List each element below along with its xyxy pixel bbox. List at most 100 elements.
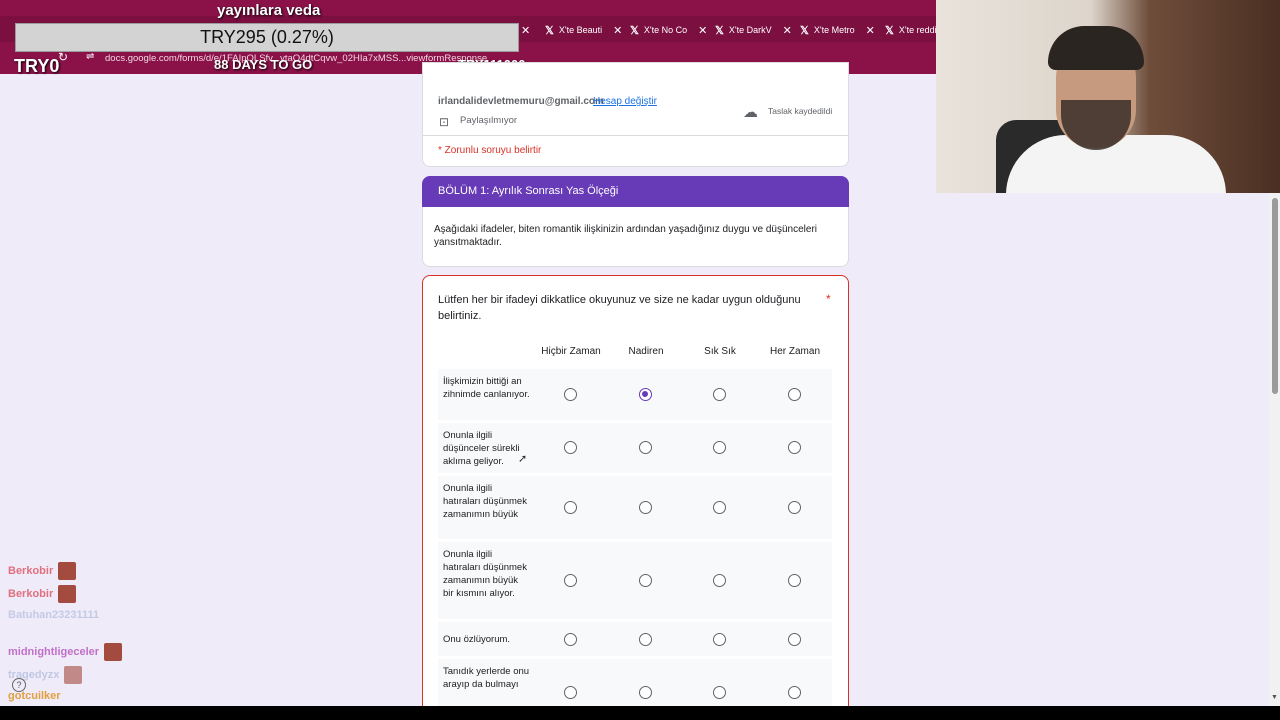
ticker-text: TRY295 (0.27%) bbox=[200, 27, 334, 47]
share-status: Paylaşılmıyor bbox=[460, 115, 518, 126]
radio-option[interactable] bbox=[639, 633, 652, 646]
column-header: Hiçbir Zaman bbox=[541, 346, 601, 357]
radio-option[interactable] bbox=[713, 633, 726, 646]
x-logo-icon: 𝕏 bbox=[715, 24, 724, 37]
not-shared-icon: ⊡ bbox=[439, 115, 450, 129]
grid-row: Onunla ilgili hatıraları düşünmek zamanı… bbox=[438, 542, 832, 619]
close-icon[interactable]: ✕ bbox=[521, 24, 530, 37]
chat-message: Batuhan23231111 bbox=[8, 609, 99, 621]
section-description-card: Aşağıdaki ifadeler, biten romantik ilişk… bbox=[422, 207, 849, 267]
grid-row: Onu özlüyorum. bbox=[438, 622, 832, 656]
x-logo-icon: 𝕏 bbox=[800, 24, 809, 37]
emote-icon bbox=[58, 585, 77, 603]
row-label: Tanıdık yerlerde onu arayıp da bulmayı bbox=[443, 666, 530, 690]
emote-icon bbox=[58, 562, 77, 580]
radio-option[interactable] bbox=[639, 686, 652, 699]
browser-tab[interactable]: 𝕏 X'te No Co ✕ bbox=[630, 20, 707, 40]
webcam-feed bbox=[936, 0, 1280, 193]
radio-option[interactable] bbox=[564, 501, 577, 514]
browser-tab[interactable]: 𝕏 X'te Beauti ✕ bbox=[545, 20, 622, 40]
chat-username: Batuhan23231111 bbox=[8, 609, 100, 621]
question-title: Lütfen her bir ifadeyi dikkatlice okuyun… bbox=[438, 294, 801, 322]
radio-option[interactable] bbox=[788, 501, 801, 514]
radio-option[interactable] bbox=[639, 501, 652, 514]
radio-option[interactable] bbox=[713, 441, 726, 454]
browser-tab[interactable]: 𝕏 X'te DarkV ✕ bbox=[715, 20, 792, 40]
emote-icon bbox=[64, 666, 83, 684]
close-icon[interactable]: ✕ bbox=[613, 24, 622, 37]
scroll-down-icon[interactable]: ▼ bbox=[1271, 694, 1278, 701]
chat-message: Berkobir bbox=[8, 562, 77, 580]
browser-tab[interactable]: 𝕏 X'te Metro ✕ bbox=[800, 20, 875, 40]
grid-row: Onunla ilgili hatıraları düşünmek zamanı… bbox=[438, 476, 832, 539]
x-logo-icon: 𝕏 bbox=[885, 24, 894, 37]
reload-icon[interactable]: ↻ bbox=[58, 50, 68, 64]
radio-option[interactable] bbox=[564, 686, 577, 699]
section-header: BÖLÜM 1: Ayrılık Sonrası Yas Ölçeği bbox=[422, 176, 849, 207]
balance-label: TRY0 bbox=[14, 56, 60, 76]
stream-title: yayınlara veda bbox=[217, 2, 321, 19]
radio-option[interactable] bbox=[713, 388, 726, 401]
radio-option[interactable] bbox=[639, 388, 652, 401]
close-icon[interactable]: ✕ bbox=[698, 24, 707, 37]
mouse-cursor-icon: ➚ bbox=[518, 453, 528, 465]
radio-option[interactable] bbox=[564, 574, 577, 587]
switch-account-link[interactable]: Hesap değiştir bbox=[593, 96, 657, 107]
radio-option[interactable] bbox=[788, 441, 801, 454]
column-header: Sık Sık bbox=[704, 346, 736, 357]
row-label: Onunla ilgili hatıraları düşünmek zamanı… bbox=[443, 483, 527, 520]
close-icon[interactable]: ✕ bbox=[783, 24, 792, 37]
row-label: Onunla ilgili hatıraları düşünmek zamanı… bbox=[443, 549, 527, 599]
tab-label: X'te Metro bbox=[813, 25, 855, 35]
column-header: Nadiren bbox=[628, 346, 664, 357]
help-icon[interactable]: ? bbox=[12, 678, 26, 692]
grid-row: Onunla ilgili düşünceler sürekli aklıma … bbox=[438, 423, 832, 473]
person-hair bbox=[1048, 26, 1144, 70]
account-card: irlandalidevletmemuru@gmail.com Hesap de… bbox=[422, 62, 849, 167]
x-logo-icon: 𝕏 bbox=[630, 24, 639, 37]
radio-option[interactable] bbox=[788, 633, 801, 646]
radio-option[interactable] bbox=[639, 441, 652, 454]
radio-option[interactable] bbox=[639, 574, 652, 587]
section-description: Aşağıdaki ifadeler, biten romantik ilişk… bbox=[434, 224, 817, 248]
browser-tab[interactable]: 𝕏 X'te reddi bbox=[885, 20, 937, 40]
required-note: * Zorunlu soruyu belirtir bbox=[438, 145, 542, 156]
divider bbox=[423, 135, 848, 136]
x-logo-icon: 𝕏 bbox=[545, 24, 554, 37]
grid-row: İlişkimizin bittiği an zihnimde canlanıy… bbox=[438, 369, 832, 420]
chat-username: gotcuilker bbox=[8, 690, 61, 702]
scrollbar-thumb[interactable] bbox=[1272, 198, 1278, 394]
emote-icon bbox=[104, 643, 123, 661]
close-icon[interactable]: ✕ bbox=[866, 24, 875, 37]
chat-username: Berkobir bbox=[8, 565, 54, 577]
chat-message: Berkobir bbox=[8, 585, 77, 603]
site-info-icon[interactable]: ⇌ bbox=[86, 51, 94, 62]
tab-label: X'te No Co bbox=[643, 25, 688, 35]
radio-option[interactable] bbox=[788, 574, 801, 587]
account-email: irlandalidevletmemuru@gmail.com bbox=[438, 96, 604, 107]
column-header: Her Zaman bbox=[769, 346, 820, 357]
row-label: Onu özlüyorum. bbox=[443, 634, 511, 645]
radio-option[interactable] bbox=[788, 388, 801, 401]
tab-label: X'te Beauti bbox=[558, 25, 603, 35]
radio-option[interactable] bbox=[713, 574, 726, 587]
radio-option[interactable] bbox=[564, 633, 577, 646]
radio-option[interactable] bbox=[564, 388, 577, 401]
tab-label: X'te reddi bbox=[898, 25, 937, 35]
tab-label: X'te DarkV bbox=[728, 25, 772, 35]
bottom-bar bbox=[0, 706, 1280, 720]
radio-option[interactable] bbox=[564, 441, 577, 454]
row-label: İlişkimizin bittiği an zihnimde canlanıy… bbox=[443, 376, 530, 400]
chat-username: Berkobir bbox=[8, 588, 54, 600]
radio-option[interactable] bbox=[713, 686, 726, 699]
chat-username: midnightligeceler bbox=[8, 646, 100, 658]
chat-message: gotcuilker bbox=[8, 690, 61, 702]
cloud-saved-icon: ☁ bbox=[743, 104, 758, 121]
days-counter: 88 DAYS TO GO bbox=[214, 57, 313, 72]
radio-option[interactable] bbox=[713, 501, 726, 514]
chat-message: midnightligeceler bbox=[8, 643, 123, 661]
required-star: * bbox=[826, 292, 831, 306]
question-card: Lütfen her bir ifadeyi dikkatlice okuyun… bbox=[422, 275, 849, 719]
donation-ticker: TRY295 (0.27%) bbox=[15, 23, 519, 52]
radio-option[interactable] bbox=[788, 686, 801, 699]
